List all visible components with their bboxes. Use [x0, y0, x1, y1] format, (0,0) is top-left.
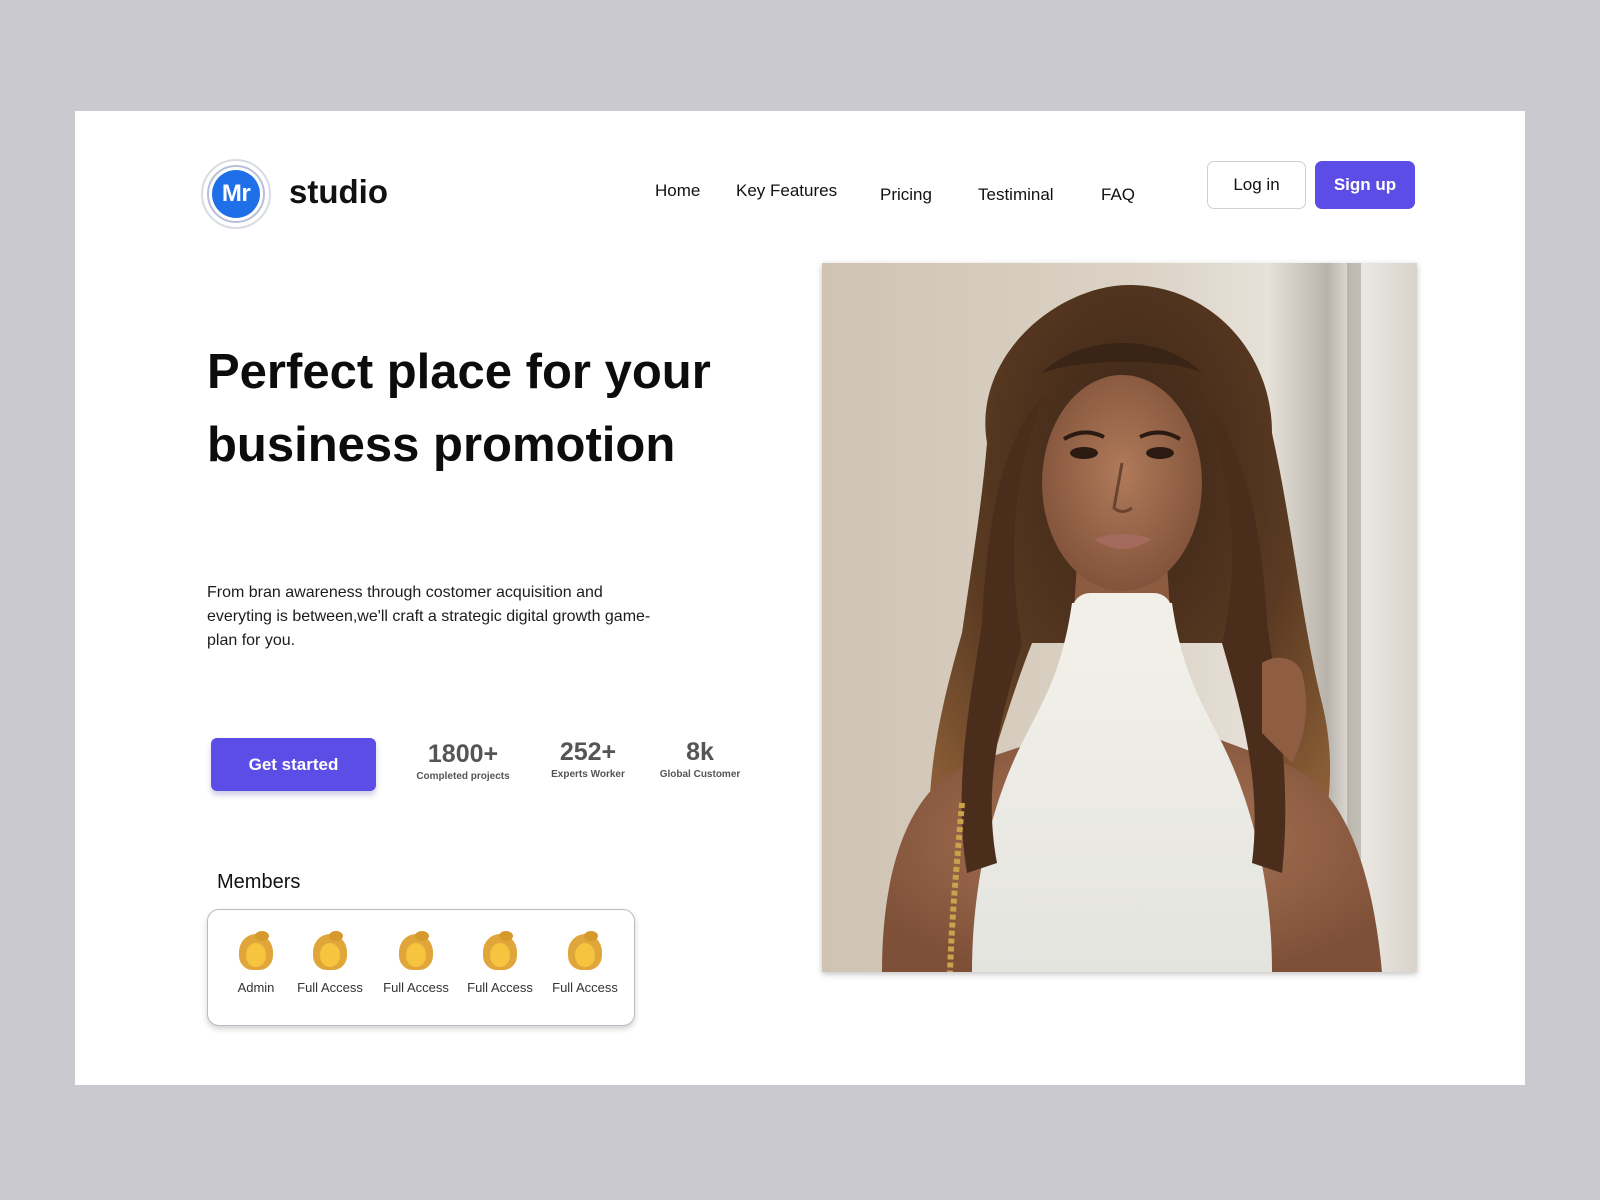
woman-avatar-icon	[311, 931, 349, 972]
stat-global-customer: 8k Global Customer	[655, 737, 745, 780]
member-item[interactable]: Full Access	[290, 931, 370, 995]
member-role: Admin	[237, 980, 275, 995]
stat-completed-projects: 1800+ Completed projects	[413, 739, 513, 782]
members-title: Members	[217, 871, 301, 893]
nav-home[interactable]: Home	[655, 181, 700, 201]
stat-value: 1800+	[427, 740, 499, 768]
woman-avatar-icon	[237, 931, 275, 972]
brand-name[interactable]: studio	[289, 173, 388, 211]
member-item[interactable]: Full Access	[545, 931, 625, 995]
member-item[interactable]: Full Access	[460, 931, 540, 995]
member-role: Full Access	[467, 980, 533, 995]
woman-avatar-icon	[397, 931, 435, 972]
logo-ring: Mr	[207, 165, 265, 223]
member-role: Full Access	[383, 980, 449, 995]
member-role: Full Access	[297, 980, 363, 995]
logo-badge: Mr	[212, 170, 260, 218]
landing-card: Mr studio Home Key Features Pricing Test…	[75, 111, 1525, 1085]
stat-value: 252+	[559, 738, 617, 766]
nav-faq[interactable]: FAQ	[1101, 185, 1135, 205]
woman-avatar-icon	[566, 931, 604, 972]
nav-pricing[interactable]: Pricing	[880, 185, 932, 205]
logo[interactable]: Mr	[201, 159, 271, 229]
stat-value: 8k	[686, 738, 714, 766]
nav-key-features[interactable]: Key Features	[736, 181, 837, 201]
nav-testiminal[interactable]: Testiminal	[978, 185, 1054, 205]
hero-headline: Perfect place for your business promotio…	[207, 345, 711, 472]
signup-button[interactable]: Sign up	[1315, 161, 1415, 209]
get-started-button[interactable]: Get started	[211, 738, 376, 791]
stat-label: Completed projects	[416, 771, 510, 782]
woman-avatar-icon	[481, 931, 519, 972]
members-panel: Admin Full Access Full Access Full Acces…	[207, 909, 635, 1026]
stat-label: Experts Worker	[551, 769, 625, 780]
member-item[interactable]: Full Access	[376, 931, 456, 995]
member-item[interactable]: Admin	[216, 931, 296, 995]
hero-subtext: From bran awareness through costomer acq…	[207, 584, 651, 649]
hero-portrait-image	[822, 263, 1417, 972]
member-role: Full Access	[552, 980, 618, 995]
login-button[interactable]: Log in	[1207, 161, 1306, 209]
stat-label: Global Customer	[659, 769, 741, 780]
stat-experts-worker: 252+ Experts Worker	[543, 737, 633, 780]
